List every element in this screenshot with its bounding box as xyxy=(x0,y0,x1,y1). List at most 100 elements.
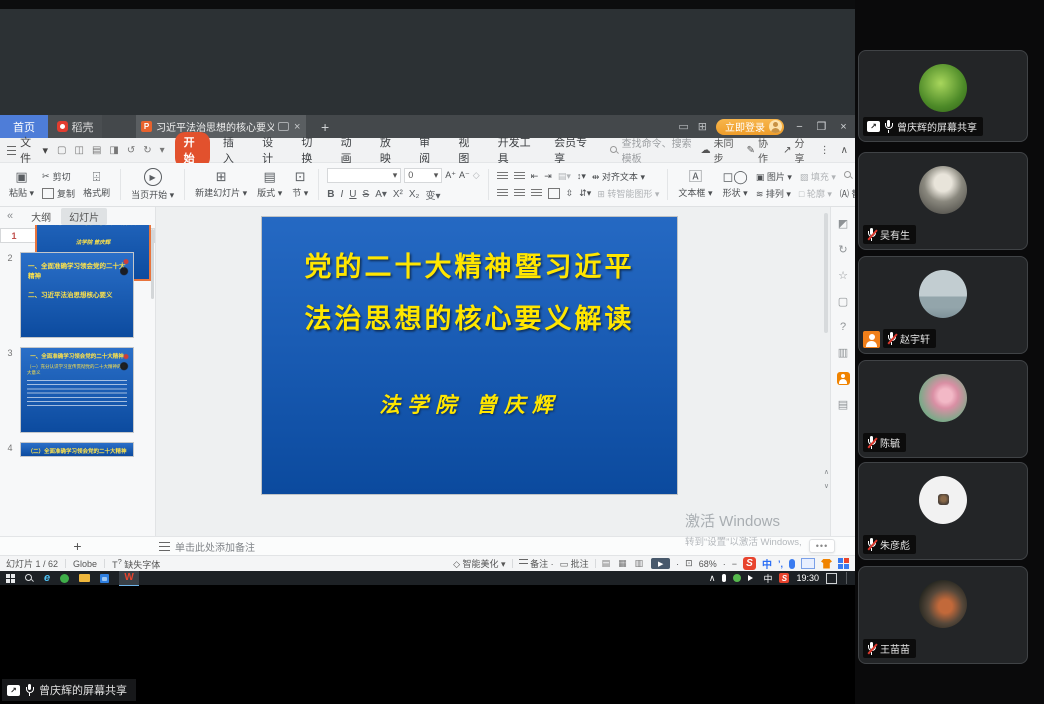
clear-format-icon[interactable]: ◇ xyxy=(473,170,480,181)
language-indicator[interactable]: Globe xyxy=(73,559,97,569)
undo-icon[interactable]: ↺ xyxy=(127,145,135,156)
customize-icon[interactable]: ▾ xyxy=(160,145,165,156)
star-pane-icon[interactable]: ☆ xyxy=(838,269,848,282)
fill-button[interactable]: ▨ 填充 ▾ xyxy=(800,170,836,183)
note-button[interactable]: 备注 · xyxy=(519,557,554,570)
align-right-icon[interactable] xyxy=(531,189,542,198)
show-desktop-button[interactable] xyxy=(846,572,849,584)
add-slide-button[interactable]: + xyxy=(0,538,155,554)
play-from-current-button[interactable]: ▶ 当页开始 ▾ xyxy=(126,168,179,201)
slide-canvas[interactable]: 党的二十大精神暨习近平 法治思想的核心要义解读 法学院 曾庆辉 xyxy=(262,217,677,494)
tray-video-icon[interactable] xyxy=(826,573,837,584)
font-family-select[interactable]: ▾ xyxy=(327,168,401,183)
align-center-icon[interactable] xyxy=(514,189,525,198)
subscript-button[interactable]: X₂ xyxy=(409,189,420,200)
bullets-icon[interactable] xyxy=(497,172,508,181)
slideshow-play-button[interactable]: ▶ xyxy=(651,558,670,569)
assistant-pane-icon[interactable] xyxy=(837,372,850,385)
ime-keyboard-icon[interactable] xyxy=(801,558,815,569)
missing-font-button[interactable]: T? 缺失字体 xyxy=(112,557,160,571)
zoom-slider-dot[interactable]: · xyxy=(723,559,726,569)
highlight-button[interactable]: 变▾ xyxy=(425,187,440,202)
ime-skin-icon[interactable] xyxy=(821,559,832,569)
help-pane-icon[interactable]: ? xyxy=(840,321,846,333)
italic-button[interactable]: I xyxy=(341,189,344,200)
notes-more-button[interactable]: ••• xyxy=(809,539,835,553)
comment-bubble-icon[interactable] xyxy=(278,122,289,131)
format-painter-button[interactable]: ⌹ 格式刷 xyxy=(78,170,115,199)
editor-scrollbar[interactable] xyxy=(824,213,828,333)
tray-expand-icon[interactable]: ∧ xyxy=(709,573,716,584)
restore-button[interactable]: ❐ xyxy=(815,120,828,133)
prev-slide-arrow[interactable]: ∧ xyxy=(824,469,829,476)
preview-icon[interactable]: ◨ xyxy=(109,145,118,156)
fit-window-icon[interactable]: ⊡ xyxy=(685,558,693,569)
print-icon[interactable]: ▤ xyxy=(92,145,101,156)
underline-button[interactable]: U xyxy=(349,189,356,200)
photos-icon[interactable] xyxy=(100,574,109,583)
grow-font-icon[interactable]: A⁺ xyxy=(445,170,456,181)
save-icon[interactable]: ▢ xyxy=(57,145,66,156)
start-button[interactable] xyxy=(6,574,15,583)
shrink-font-icon[interactable]: A⁻ xyxy=(459,170,470,181)
reading-view-icon[interactable]: ▥ xyxy=(635,558,646,569)
ie-icon[interactable]: e xyxy=(44,573,50,583)
align-left-icon[interactable] xyxy=(497,189,508,198)
command-search[interactable]: 查找命令、搜索模板 xyxy=(610,135,701,165)
redo-icon[interactable]: ↻ xyxy=(143,145,151,156)
copy-button[interactable]: 复制 xyxy=(42,187,75,200)
new-slide-button[interactable]: ⊞ 新建幻灯片 ▾ xyxy=(190,170,252,199)
decrease-indent-icon[interactable]: ⇤ xyxy=(531,171,539,182)
tray-mic-icon[interactable] xyxy=(722,574,726,582)
login-button[interactable]: 立即登录 xyxy=(716,119,784,135)
participant-tile-3[interactable]: 赵宇轩 xyxy=(858,256,1028,354)
ime-punct-icon[interactable]: ’, xyxy=(778,559,783,569)
tab-docer[interactable]: 稻壳 xyxy=(48,115,102,138)
paste-button[interactable]: ▣ 粘贴 ▾ xyxy=(4,170,39,199)
browser360-icon[interactable] xyxy=(60,574,69,583)
comment-button[interactable]: ▭ 批注 xyxy=(560,557,589,570)
panel-scrollbar[interactable] xyxy=(151,229,154,299)
participant-tile-2[interactable]: 吴有生 xyxy=(858,152,1028,250)
next-slide-arrow[interactable]: ∨ xyxy=(824,483,829,490)
align-text-button[interactable]: ⇹ 对齐文本 ▾ xyxy=(592,170,645,183)
font-color-button[interactable]: A▾ xyxy=(375,189,387,200)
tray-sogou-icon[interactable]: S xyxy=(779,573,789,583)
text-direction-icon[interactable]: ▤▾ xyxy=(558,171,571,182)
slide-editor[interactable]: 党的二十大精神暨习近平 法治思想的核心要义解读 法学院 曾庆辉 ∧ ∨ 激活 W… xyxy=(156,207,830,536)
sync-pane-icon[interactable]: ↻ xyxy=(838,243,847,256)
collapse-panel-icon[interactable]: « xyxy=(7,210,13,222)
read-pane-icon[interactable]: ▤ xyxy=(838,398,848,411)
file-explorer-icon[interactable] xyxy=(79,574,90,582)
justify-icon[interactable] xyxy=(548,188,560,199)
beautify-button[interactable]: ◇ 智能美化 ▾ xyxy=(453,557,505,570)
strikethrough-button[interactable]: S xyxy=(363,189,370,200)
layout-button[interactable]: ▤ 版式 ▾ xyxy=(252,170,287,199)
cut-button[interactable]: ✂ 剪切 xyxy=(42,170,75,183)
numbering-icon[interactable] xyxy=(514,172,525,181)
tray-ime-indicator[interactable]: 中 xyxy=(763,572,772,585)
line-spacing-icon[interactable]: ↕▾ xyxy=(577,171,586,182)
section-button[interactable]: ⊡ 节 ▾ xyxy=(287,170,313,199)
layout-grid-icon[interactable]: ⊞ xyxy=(698,120,707,133)
collaborate-button[interactable]: ✎ 协作 xyxy=(747,135,773,165)
clock[interactable]: 19:30 xyxy=(796,573,819,583)
ime-mode-indicator[interactable]: 中 xyxy=(762,556,772,571)
layout-single-icon[interactable]: ▭ xyxy=(678,120,688,133)
close-tab-icon[interactable]: × xyxy=(294,121,300,133)
tab-outline[interactable]: 大纲 xyxy=(31,209,51,224)
ime-mic-icon[interactable] xyxy=(789,559,795,569)
play-options-icon[interactable]: · xyxy=(676,559,679,569)
notes-input[interactable]: 单击此处添加备注 xyxy=(155,539,255,554)
textbox-button[interactable]: 🄰 文本框 ▾ xyxy=(673,170,717,199)
participant-tile-6[interactable]: 王苗苗 xyxy=(858,566,1028,664)
share-pane-icon[interactable]: ◩ xyxy=(838,217,848,230)
slide-thumbnail-4[interactable]: 4（二）全面准确学习领会党的二十大精神 xyxy=(0,442,155,457)
slide-thumbnail-3[interactable]: 3一、全面准确学习领会党的二十大精神（一）充分认识学习宣传贯彻党的二十大精神的重… xyxy=(0,347,155,433)
column-icon[interactable]: ⇵▾ xyxy=(579,188,591,199)
tray-antivirus-icon[interactable] xyxy=(733,574,741,582)
participant-tile-5[interactable]: 朱彦彪 xyxy=(858,462,1028,560)
arrange-button[interactable]: ≋ 排列 ▾ xyxy=(756,187,791,200)
sync-status[interactable]: ☁ 未同步 xyxy=(701,135,736,165)
tab-slides[interactable]: 幻灯片 xyxy=(61,208,107,225)
